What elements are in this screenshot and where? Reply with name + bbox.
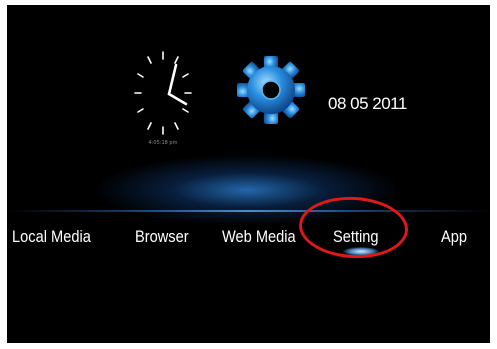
clock-icon: [134, 51, 192, 135]
menu-item-browser[interactable]: Browser: [135, 227, 189, 247]
horizon-light: [7, 210, 490, 212]
tv-screen: 4:05:18 pm 08 05 2011 Local Media Browse…: [7, 5, 490, 343]
menu-item-web-media[interactable]: Web Media: [222, 227, 296, 247]
date-text: 08 05 2011: [328, 94, 407, 113]
menu-item-app[interactable]: App: [441, 227, 467, 247]
clock-time-text: 4:05:18 pm: [148, 140, 178, 146]
menu-item-local-media[interactable]: Local Media: [12, 227, 91, 247]
gear-icon: [237, 56, 305, 124]
